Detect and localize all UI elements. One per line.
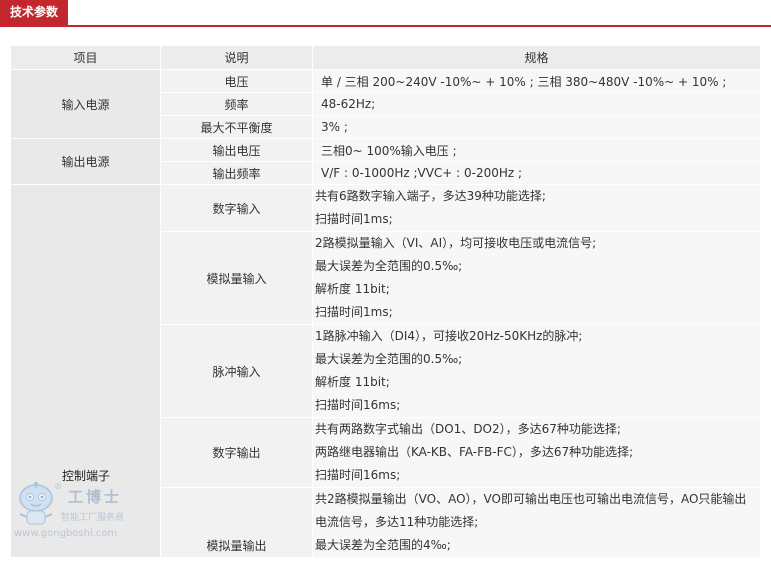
watermark-slogan: 智能工厂服务商 [61,513,125,523]
row-spec: 共有两路数字式输出（DO1、DO2），多达67种功能选择; 两路继电器输出（KA… [313,418,761,488]
col-header-item: 项目 [11,46,161,70]
row-desc: 数字输出 [161,418,313,488]
table-row: 输出电源 输出电压 三相0~ 100%输入电压 ; [11,139,761,185]
row-spec: 3% ; [313,116,761,139]
registered-mark: ® [54,482,62,491]
spec-line: 共2路模拟量输出（VO、AO），VO即可输出电压也可输出电流信号，AO只能输出 [315,492,747,506]
section-header: 技术参数 [0,0,771,28]
row-desc: 模拟量输入 [161,232,313,325]
table-row: 控制端子 数字输入 共有6路数字输入端子，多达39种功能选择; 扫描时间1ms; [11,185,761,558]
table-header-row: 项目 说明 规格 [11,46,761,70]
group-output-power: 输出电源 [11,139,161,185]
spec-line: 最大误差为全范围的0.5‰; [315,259,463,273]
row-spec: V/F : 0-1000Hz ;VVC+ : 0-200Hz ; [313,162,761,185]
header-rule [0,25,771,27]
col-header-spec: 规格 [313,46,761,70]
row-desc: 数字输入 [161,185,313,232]
row-desc: 输出电压 [161,139,313,162]
row-spec: 共2路模拟量输出（VO、AO），VO即可输出电压也可输出电流信号，AO只能输出 … [313,488,761,558]
spec-line: 扫描时间1ms; [315,305,393,319]
row-desc: 模拟量输出 [161,488,313,558]
spec-line: 共有6路数字输入端子，多达39种功能选择; [315,189,546,203]
watermark-url: www.gongboshi.com [14,528,118,539]
row-desc: 电压 [161,70,313,93]
row-spec: 48-62Hz; [313,93,761,116]
spec-line: 2路模拟量输入（VI、AI），均可接收电压或电流信号; [315,236,597,250]
spec-line: 两路继电器输出（KA-KB、FA-FB-FC），多达67种功能选择; [315,445,634,459]
row-spec: 单 / 三相 200~240V -10%~ + 10% ; 三相 380~480… [313,70,761,93]
group-input-power: 输入电源 [11,70,161,139]
spec-line: 解析度 11bit; [315,375,390,389]
spec-line: 共有两路数字式输出（DO1、DO2），多达67种功能选择; [315,422,621,436]
row-spec: 三相0~ 100%输入电压 ; [313,139,761,162]
row-spec: 1路脉冲输入（DI4），可接收20Hz-50KHz的脉冲; 最大误差为全范围的0… [313,325,761,418]
table-row: 输入电源 电压 单 / 三相 200~240V -10%~ + 10% ; 三相… [11,70,761,139]
spec-line: 电流信号，多达11种功能选择; [315,515,479,529]
spec-line: 解析度 11bit; [315,282,390,296]
row-desc: 脉冲输入 [161,325,313,418]
spec-line: 扫描时间16ms; [315,468,401,482]
spec-line: 最大误差为全范围的0.5‰; [315,352,463,366]
row-desc: 频率 [161,93,313,116]
spec-line: 1路脉冲输入（DI4），可接收20Hz-50KHz的脉冲; [315,329,583,343]
row-spec: 2路模拟量输入（VI、AI），均可接收电压或电流信号; 最大误差为全范围的0.5… [313,232,761,325]
spec-line: 扫描时间1ms; [315,212,393,226]
spec-line: 最大误差为全范围的4‰; [315,538,451,552]
col-header-desc: 说明 [161,46,313,70]
row-spec: 共有6路数字输入端子，多达39种功能选择; 扫描时间1ms; [313,185,761,232]
row-desc: 输出频率 [161,162,313,185]
row-desc: 最大不平衡度 [161,116,313,139]
watermark-name: 工博士 [68,488,123,506]
watermark: ® 工博士 智能工厂服务商 www.gongboshi.com [6,478,146,550]
spec-line: 扫描时间16ms; [315,398,401,412]
section-title: 技术参数 [0,0,68,25]
